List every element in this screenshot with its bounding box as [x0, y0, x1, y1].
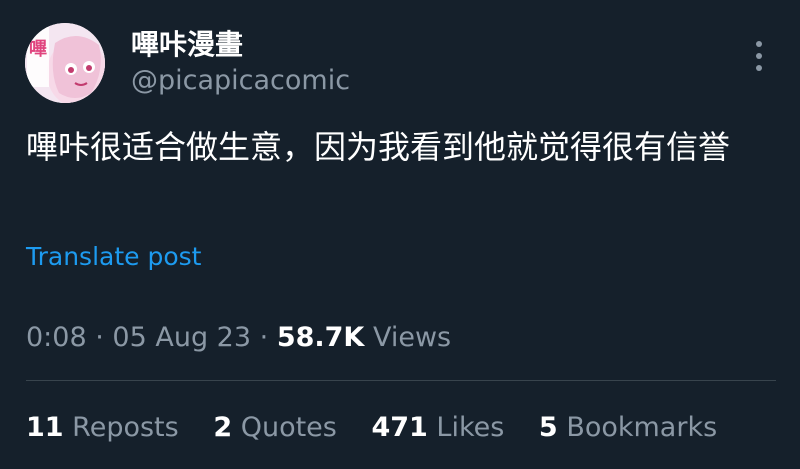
likes-stat[interactable]: 471 Likes [371, 410, 504, 446]
post-time[interactable]: 0:08 [26, 322, 87, 353]
quotes-label: Quotes [240, 412, 337, 443]
bookmarks-label: Bookmarks [566, 412, 718, 443]
reposts-stat[interactable]: 11 Reposts [26, 410, 179, 446]
avatar-image: 嗶 [25, 23, 105, 103]
author-handle[interactable]: @picapicacomic [131, 64, 350, 98]
divider [26, 380, 776, 381]
post-text: 嗶咔很适合做生意，因为我看到他就觉得很有信誉 [26, 128, 731, 166]
avatar-glyph: 嗶 [29, 39, 47, 60]
more-options-button[interactable] [744, 36, 774, 76]
bookmarks-stat[interactable]: 5 Bookmarks [539, 410, 717, 446]
engagement-stats: 11 Reposts 2 Quotes 471 Likes 5 Bookmark… [26, 410, 743, 446]
bookmarks-count: 5 [538, 412, 558, 443]
likes-count: 471 [371, 412, 428, 443]
post-meta: 0:08 · 05 Aug 23 · 58.7K Views [26, 320, 451, 356]
author-display-name[interactable]: 嗶咔漫畫 [131, 28, 243, 62]
quotes-count: 2 [213, 412, 233, 443]
views-count: 58.7K [276, 322, 365, 353]
reposts-label: Reposts [72, 412, 179, 443]
meta-separator: · [95, 322, 104, 353]
post-detail: 嗶 嗶咔漫畫 @picapicacomic 嗶咔很适合做生意，因为我看到他就觉得… [0, 0, 800, 469]
likes-label: Likes [436, 412, 505, 443]
reposts-count: 11 [26, 412, 64, 443]
translate-post-link[interactable]: Translate post [26, 240, 201, 274]
quotes-stat[interactable]: 2 Quotes [213, 410, 337, 446]
views-label: Views [372, 322, 452, 353]
post-date[interactable]: 05 Aug 23 [112, 322, 251, 353]
more-vertical-icon [756, 41, 762, 71]
avatar[interactable]: 嗶 [25, 23, 105, 103]
meta-separator: · [259, 322, 269, 353]
